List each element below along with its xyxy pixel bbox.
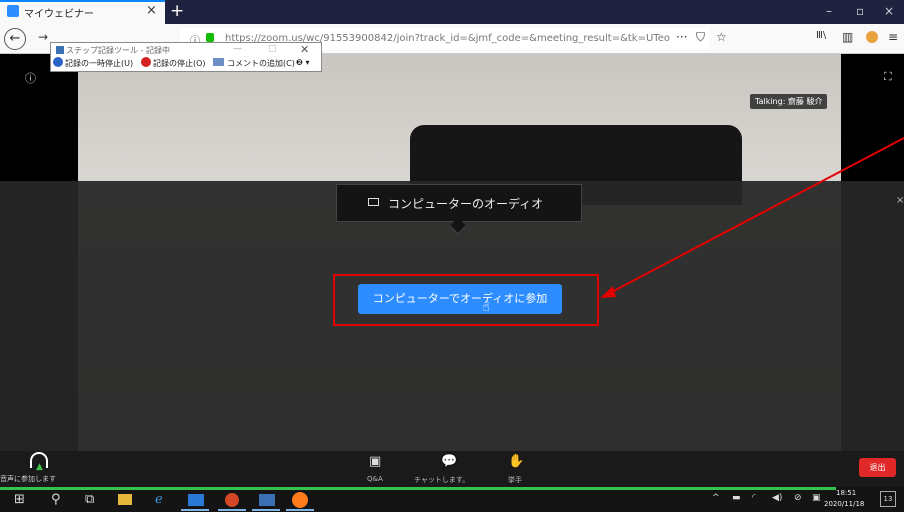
clock-time[interactable]: 18:51 — [836, 489, 856, 497]
active-indicator — [286, 509, 314, 511]
qa-icon[interactable]: ▣ — [369, 454, 381, 469]
file-explorer-icon[interactable] — [118, 494, 132, 505]
leave-button[interactable]: 退出 — [859, 458, 896, 477]
powerpoint-icon[interactable] — [225, 493, 239, 507]
active-indicator — [252, 509, 280, 511]
annotation-arrow — [600, 137, 904, 298]
task-view-icon[interactable]: ⧉ — [85, 492, 94, 507]
qa-label[interactable]: Q&A — [367, 475, 383, 483]
start-icon[interactable]: ⊞ — [14, 492, 25, 507]
outlook-icon[interactable] — [188, 494, 204, 506]
search-icon[interactable]: ⚲ — [51, 492, 61, 507]
join-audio-label[interactable]: 音声に参加します — [0, 474, 56, 484]
clock-date[interactable]: 2020/11/18 — [824, 500, 864, 508]
tray-chevron-icon[interactable]: ^ — [712, 493, 720, 503]
display-icon[interactable]: ▣ — [812, 493, 821, 503]
volume-icon[interactable]: ◀) — [772, 493, 782, 503]
active-indicator — [218, 509, 246, 511]
battery-icon[interactable]: ▬ — [732, 493, 741, 503]
raise-hand-icon[interactable]: ✋ — [508, 454, 524, 469]
block-icon[interactable]: ⊘ — [794, 493, 802, 503]
chat-icon[interactable]: 💬 — [441, 454, 457, 469]
notification-center-icon[interactable]: 13 — [880, 491, 896, 507]
firefox-icon[interactable] — [292, 492, 308, 508]
active-indicator — [181, 509, 209, 511]
join-audio-arrow-icon: ▲ — [36, 462, 43, 472]
raise-hand-label[interactable]: 挙手 — [508, 475, 522, 485]
chat-label[interactable]: チャットします。 — [414, 475, 469, 485]
steps-recorder-task-icon[interactable] — [259, 494, 275, 506]
progress-strip — [0, 487, 836, 490]
windows-taskbar — [0, 487, 904, 512]
edge-icon[interactable]: ℯ — [155, 492, 163, 507]
wifi-icon[interactable]: ◜ — [752, 493, 756, 503]
